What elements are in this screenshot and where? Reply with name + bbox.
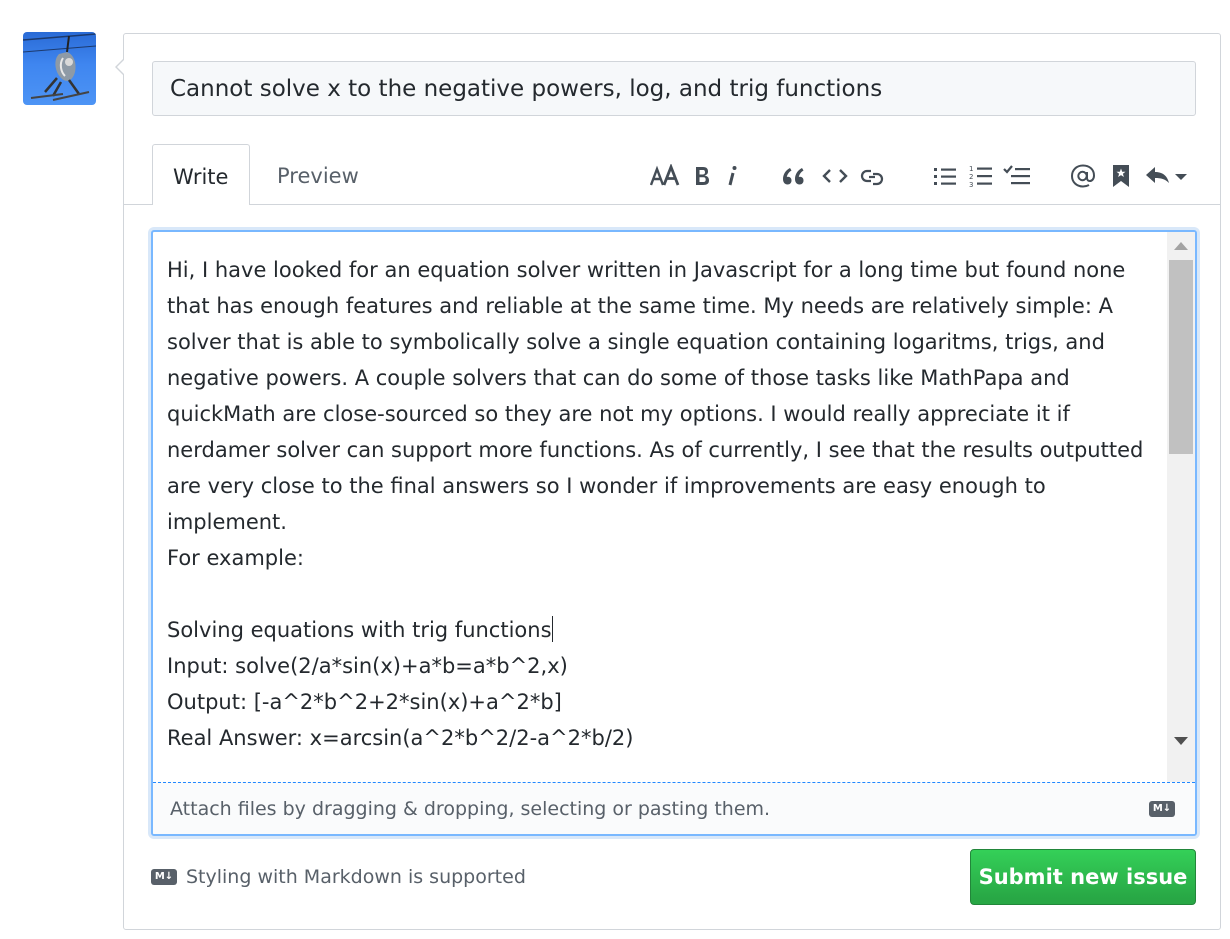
mention-icon[interactable] <box>1069 156 1097 196</box>
italic-icon[interactable] <box>722 156 742 196</box>
user-avatar[interactable] <box>23 32 96 105</box>
issue-title-input[interactable] <box>152 61 1196 116</box>
file-attach-dropzone[interactable]: Attach files by dragging & dropping, sel… <box>153 782 1195 834</box>
submit-new-issue-button[interactable]: Submit new issue <box>970 849 1196 905</box>
chevron-down-icon <box>1175 174 1187 180</box>
svg-text:1: 1 <box>969 165 973 173</box>
issue-body-textarea[interactable]: Hi, I have looked for an equation solver… <box>153 232 1167 782</box>
code-icon[interactable] <box>821 156 849 196</box>
markdown-support-note[interactable]: M↓ Styling with Markdown is supported <box>151 864 526 890</box>
issue-body-text-continued: Input: solve(2/a*sin(x)+a*b=a*b^2,x) Out… <box>167 654 634 750</box>
text-size-icon[interactable] <box>649 156 681 196</box>
bold-icon[interactable] <box>690 156 714 196</box>
list-unordered-icon[interactable] <box>932 156 958 196</box>
editor-scrollbar[interactable] <box>1167 232 1195 782</box>
text-caret <box>551 616 553 642</box>
attach-files-hint: Attach files by dragging & dropping, sel… <box>170 798 771 820</box>
editor-tabbar: Write Preview 1 2 3 <box>124 144 1220 205</box>
link-icon[interactable] <box>859 156 889 196</box>
reply-icon[interactable] <box>1143 156 1189 196</box>
markdown-icon: M↓ <box>1149 801 1175 817</box>
avatar-image <box>23 33 96 101</box>
bookmark-icon[interactable] <box>1109 156 1133 196</box>
new-issue-panel: Write Preview <box>115 33 1221 930</box>
markdown-support-text: Styling with Markdown is supported <box>186 866 526 888</box>
tab-write[interactable]: Write <box>152 144 250 205</box>
svg-text:2: 2 <box>969 173 973 181</box>
scroll-thumb[interactable] <box>1169 260 1193 454</box>
list-ordered-icon[interactable]: 1 2 3 <box>968 156 994 196</box>
scroll-up-arrow-icon[interactable] <box>1174 242 1188 250</box>
quote-icon[interactable] <box>779 156 807 196</box>
tasklist-icon[interactable] <box>1002 156 1032 196</box>
scroll-down-arrow-icon[interactable] <box>1174 737 1188 745</box>
issue-body-text: Hi, I have looked for an equation solver… <box>167 258 1144 642</box>
issue-body-editor[interactable]: Hi, I have looked for an equation solver… <box>151 230 1197 836</box>
svg-text:3: 3 <box>969 181 973 188</box>
markdown-logo-icon: M↓ <box>151 869 177 885</box>
tab-preview[interactable]: Preview <box>257 144 379 204</box>
